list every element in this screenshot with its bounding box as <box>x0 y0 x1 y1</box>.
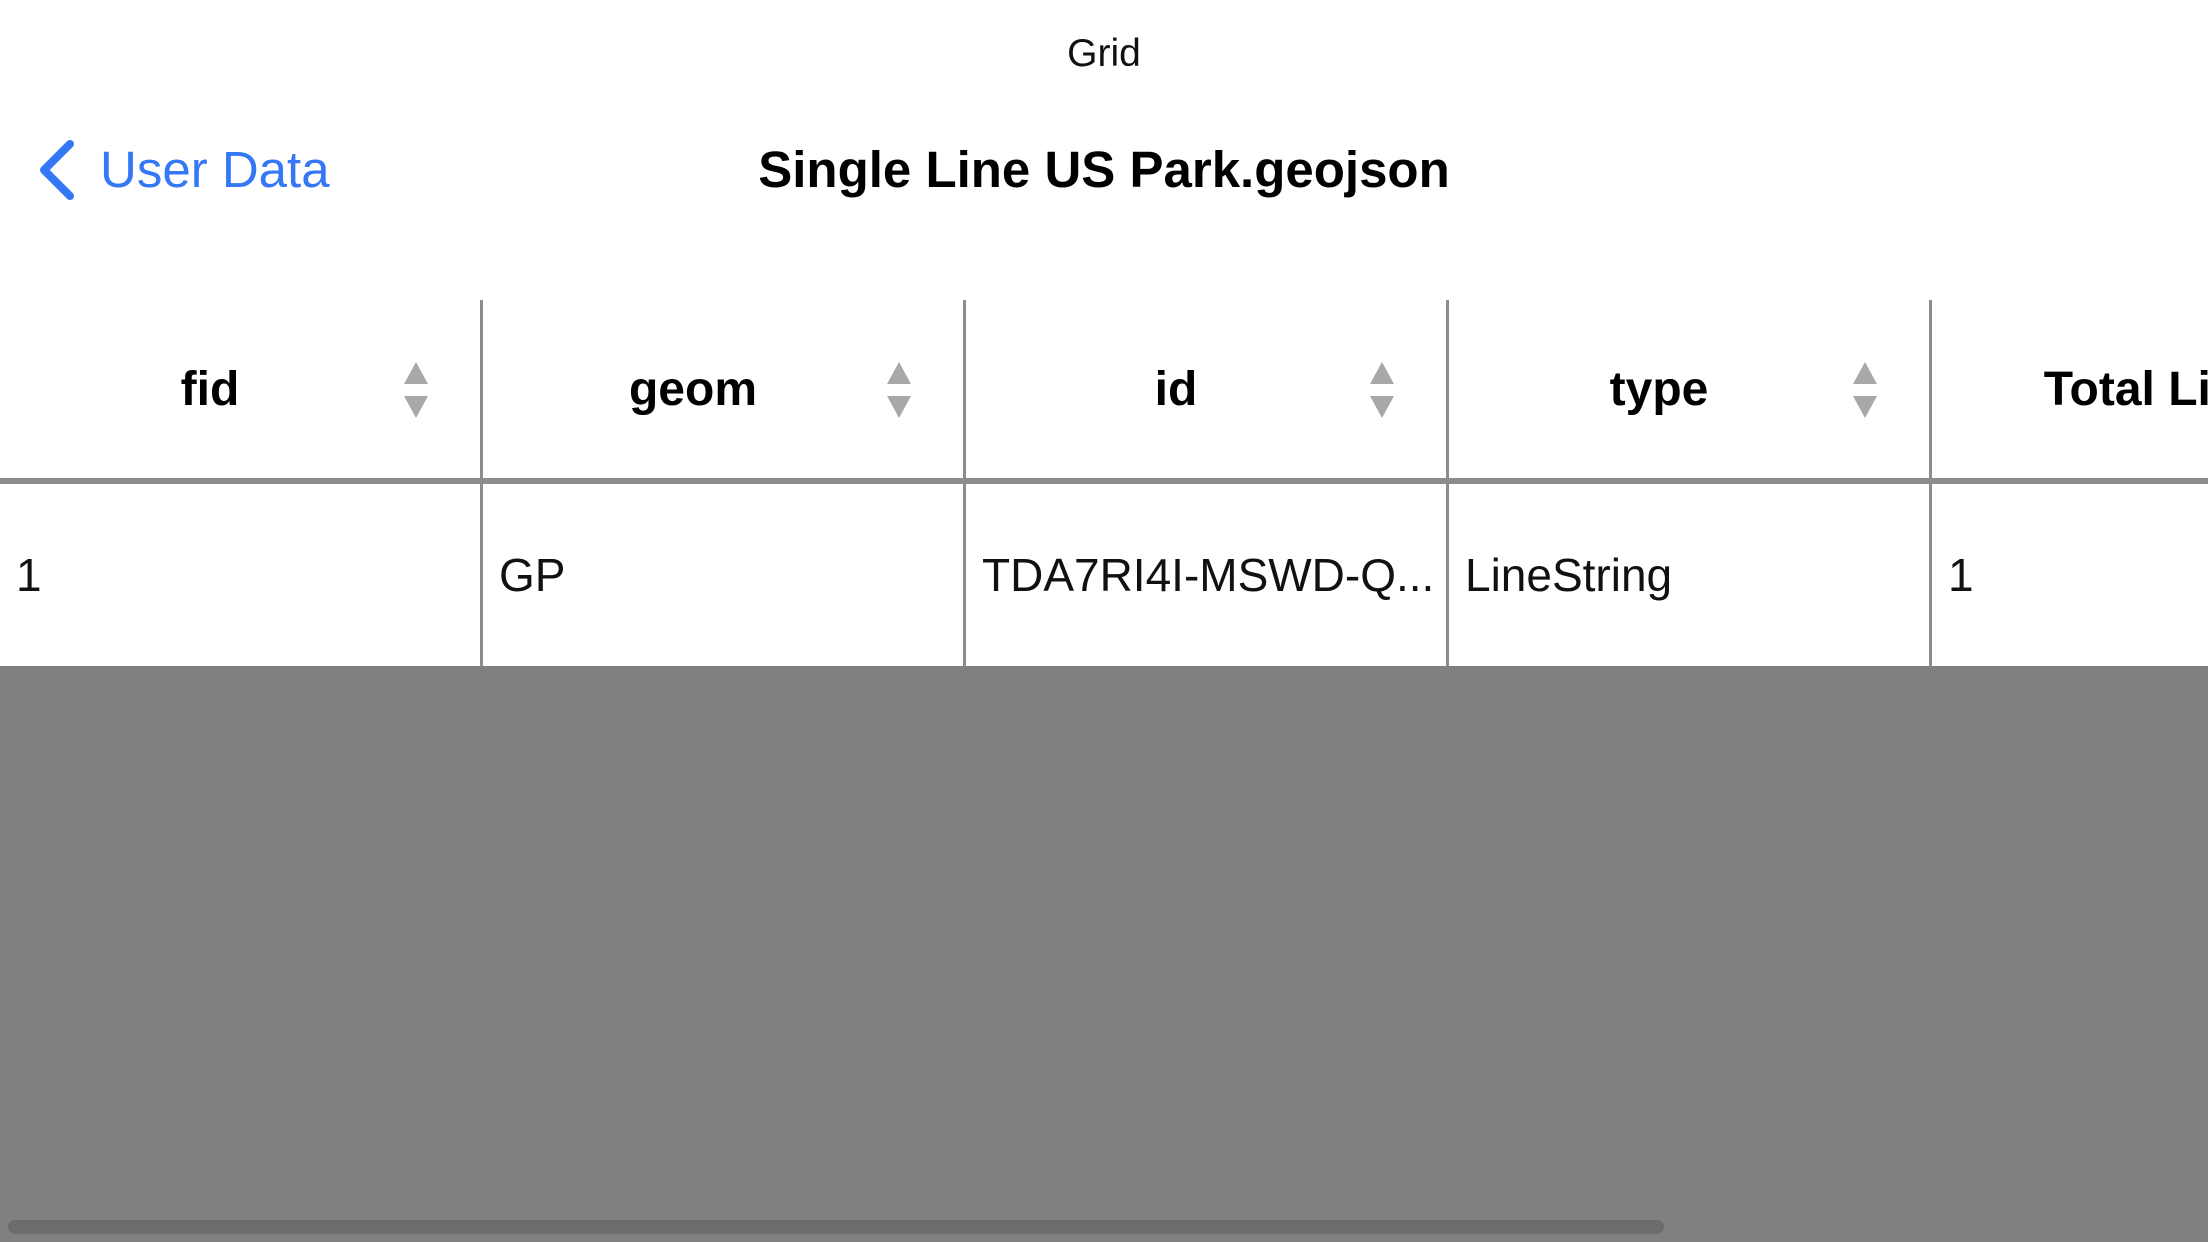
grid-empty-area <box>0 666 2208 1242</box>
column-header-label: geom <box>628 362 757 416</box>
horizontal-scrollbar[interactable] <box>8 1220 1664 1234</box>
sort-updown-icon[interactable] <box>1853 360 1877 420</box>
table-cell-type[interactable]: LineString <box>1449 484 1929 666</box>
column-header-total-lines[interactable]: Total Lin <box>1932 300 2208 478</box>
column-header-type[interactable]: type <box>1449 300 1869 478</box>
data-grid[interactable]: fid geom id type Total Lin 1 GP TDA7RI4I… <box>0 300 2208 666</box>
column-header-id[interactable]: id <box>966 300 1386 478</box>
column-header-label: Total Lin <box>2043 362 2208 416</box>
sort-updown-icon[interactable] <box>887 360 911 420</box>
column-header-label: type <box>1609 362 1709 416</box>
table-cell-fid[interactable]: 1 <box>0 484 480 666</box>
status-bar-title: Grid <box>1067 32 1141 75</box>
column-header-label: id <box>1154 362 1198 416</box>
table-cell-id[interactable]: TDA7RI4I-MSWD-Q... <box>966 484 1446 666</box>
table-cell-total-lines[interactable]: 1 <box>1932 484 2208 666</box>
column-header-fid[interactable]: fid <box>0 300 420 478</box>
page-title: Single Line US Park.geojson <box>758 141 1450 198</box>
sort-updown-icon[interactable] <box>1370 360 1394 420</box>
sort-updown-icon[interactable] <box>404 360 428 420</box>
column-header-geom[interactable]: geom <box>483 300 903 478</box>
table-cell-geom[interactable]: GP <box>483 484 963 666</box>
column-header-label: fid <box>180 362 240 416</box>
